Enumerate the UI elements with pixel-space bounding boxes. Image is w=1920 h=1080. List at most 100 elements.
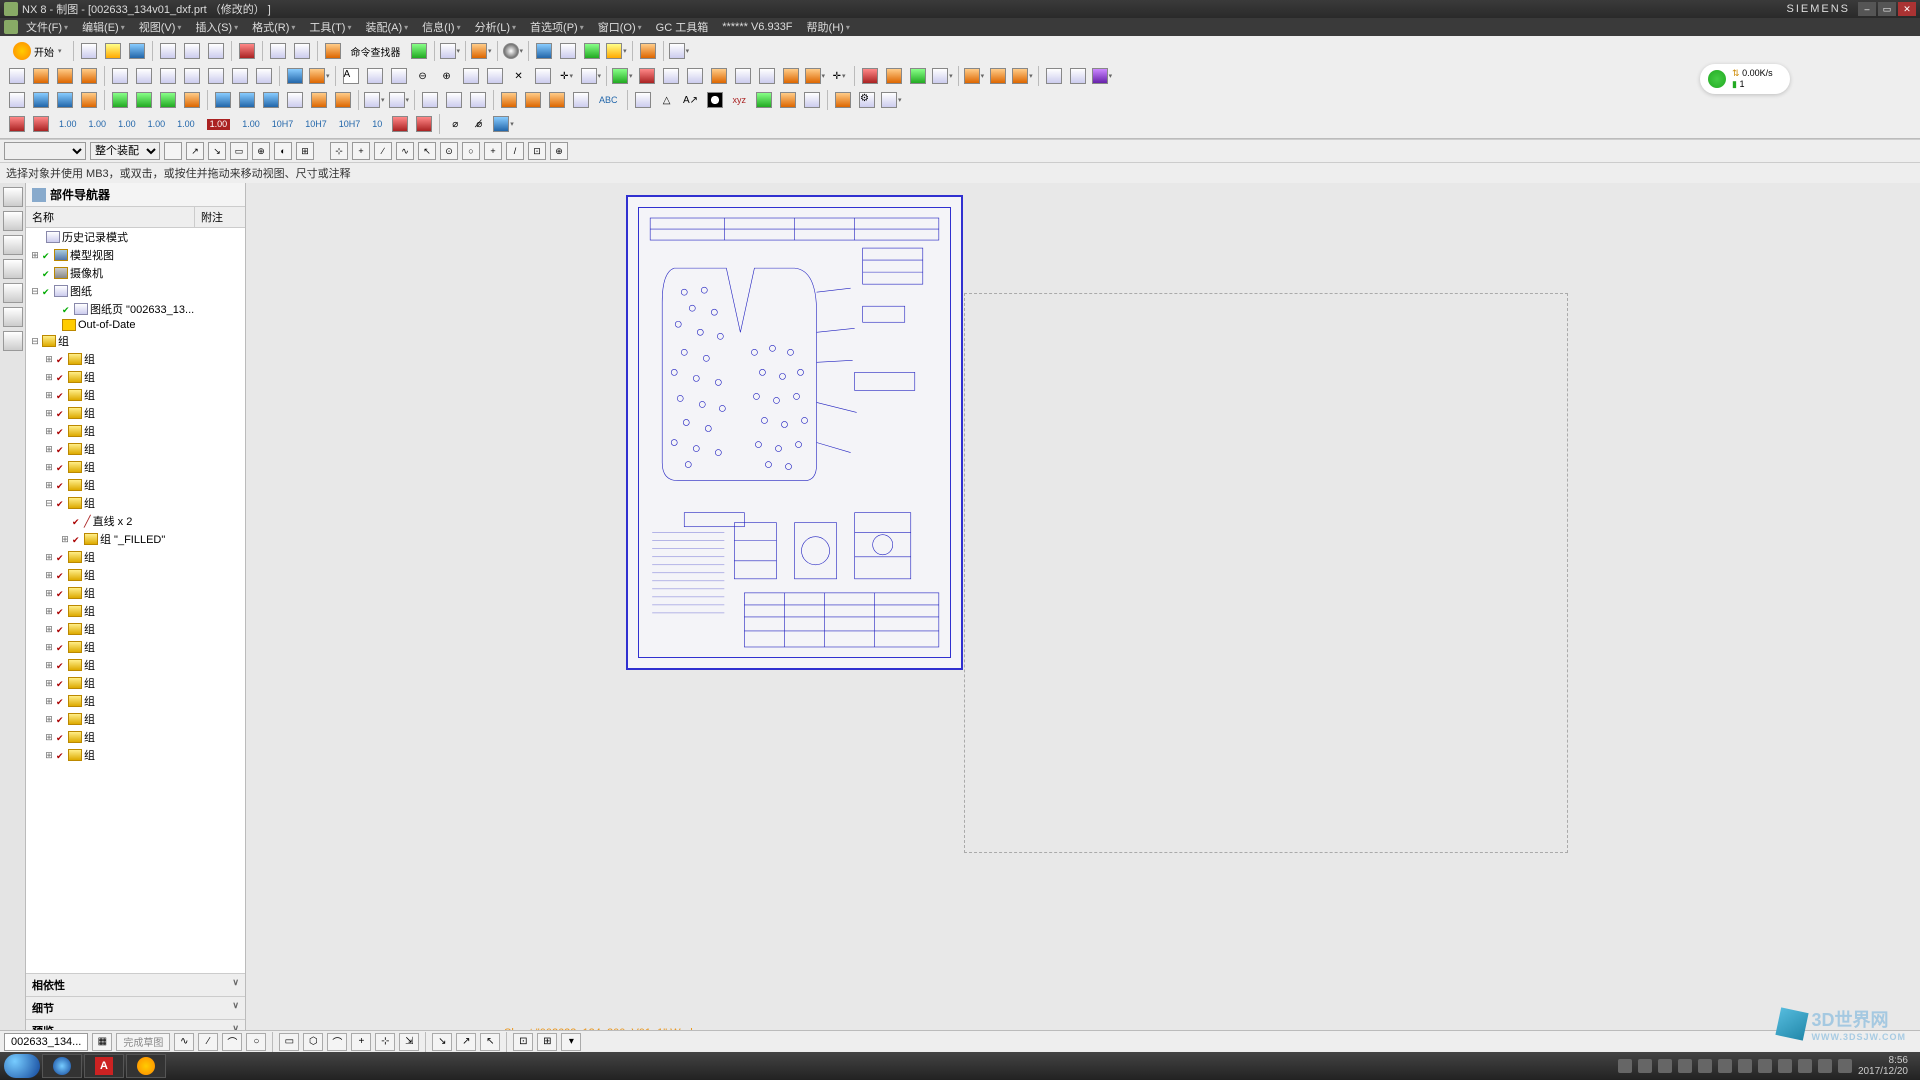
tb-b19[interactable] <box>532 65 554 87</box>
tb-b35[interactable] <box>963 65 986 87</box>
sketch-btn-2[interactable]: ∕ <box>198 1033 218 1051</box>
tb-c17[interactable] <box>419 89 441 111</box>
tb-c19[interactable] <box>467 89 489 111</box>
tb-btn-a1[interactable] <box>408 40 430 62</box>
taskbar-app-1[interactable] <box>42 1054 82 1078</box>
tb-c12[interactable] <box>284 89 306 111</box>
tree-group-item[interactable]: ⊞组 <box>26 440 245 458</box>
tb-c-abc[interactable]: ABC <box>594 89 623 111</box>
tray-icon[interactable] <box>1818 1059 1832 1073</box>
snap-btn-4[interactable]: ∿ <box>396 142 414 160</box>
tb-c24[interactable] <box>632 89 654 111</box>
tb-b9[interactable] <box>205 65 227 87</box>
tb-c4[interactable] <box>78 89 100 111</box>
tb-b18[interactable]: ✕ <box>508 65 530 87</box>
tree-group-item[interactable]: ⊞组 <box>26 710 245 728</box>
tb-b6[interactable] <box>133 65 155 87</box>
tree-group-item[interactable]: ⊞组 <box>26 692 245 710</box>
tb-d5[interactable]: ⌀ <box>444 113 466 135</box>
zoom-in-button[interactable]: ⊕ <box>436 65 458 87</box>
tree-group-item[interactable]: ⊞组 <box>26 422 245 440</box>
sketch-btn-12[interactable]: ↗ <box>456 1033 476 1051</box>
tb-b8[interactable] <box>181 65 203 87</box>
tb-b25[interactable] <box>708 65 730 87</box>
tray-icon[interactable] <box>1618 1059 1632 1073</box>
tb-btn-a3[interactable] <box>470 40 493 62</box>
tol-7[interactable]: 1.00 <box>237 113 265 135</box>
tb-b26[interactable] <box>732 65 754 87</box>
status-icon-1[interactable]: ▦ <box>92 1033 112 1051</box>
tb-b33[interactable] <box>907 65 929 87</box>
resource-tab-4[interactable] <box>3 259 23 279</box>
tree-sheet[interactable]: 图纸页 "002633_13... <box>26 300 245 318</box>
section-detail[interactable]: 细节∨ <box>26 997 245 1020</box>
tb-c13[interactable] <box>308 89 330 111</box>
tb-b38[interactable] <box>1043 65 1065 87</box>
tb-b37[interactable] <box>1011 65 1034 87</box>
sel-btn-4[interactable]: ▭ <box>230 142 248 160</box>
tol-6[interactable]: 1.00 <box>202 113 236 135</box>
tb-c29[interactable] <box>777 89 799 111</box>
zoom-out-button[interactable]: ⊖ <box>412 65 434 87</box>
tray-icon[interactable] <box>1838 1059 1852 1073</box>
sketch-btn-15[interactable]: ⊞ <box>537 1033 557 1051</box>
tb-b24[interactable] <box>684 65 706 87</box>
sketch-btn-3[interactable]: ⌒ <box>222 1033 242 1051</box>
snap-btn-5[interactable]: ↖ <box>418 142 436 160</box>
tree-outdate[interactable]: Out-of-Date <box>26 318 245 332</box>
taskbar-app-2[interactable]: A <box>84 1054 124 1078</box>
snap-btn-6[interactable]: ⊙ <box>440 142 458 160</box>
tb-b16[interactable] <box>460 65 482 87</box>
tb-b22[interactable] <box>636 65 658 87</box>
snap-btn-8[interactable]: + <box>484 142 502 160</box>
tree-group-item[interactable]: ⊞组 <box>26 458 245 476</box>
tree-group-item[interactable]: ⊞组 <box>26 350 245 368</box>
tb-c21[interactable] <box>522 89 544 111</box>
taskbar-clock[interactable]: 8:56 2017/12/20 <box>1858 1055 1908 1077</box>
resource-tab-5[interactable] <box>3 283 23 303</box>
tray-icon[interactable] <box>1798 1059 1812 1073</box>
tray-icon[interactable] <box>1778 1059 1792 1073</box>
tb-d1[interactable] <box>6 113 28 135</box>
sketch-btn-1[interactable]: ∿ <box>174 1033 194 1051</box>
command-finder-icon-button[interactable] <box>322 40 344 62</box>
tb-c-xyz[interactable]: xyz <box>728 89 752 111</box>
menu-help[interactable]: 帮助(H)▾ <box>801 19 856 35</box>
taskbar-app-3[interactable] <box>126 1054 166 1078</box>
tb-c1[interactable] <box>6 89 28 111</box>
tb-b36[interactable] <box>987 65 1009 87</box>
tree-group-item[interactable]: ⊞组 <box>26 620 245 638</box>
tb-b32[interactable] <box>883 65 905 87</box>
tb-b23[interactable] <box>660 65 682 87</box>
resource-tab-2[interactable] <box>3 211 23 231</box>
tray-icon[interactable] <box>1698 1059 1712 1073</box>
new-button[interactable] <box>78 40 100 62</box>
menu-view[interactable]: 视图(V)▾ <box>133 19 188 35</box>
tb-c14[interactable] <box>332 89 354 111</box>
tree-group-item[interactable]: ⊞组 <box>26 584 245 602</box>
col-note[interactable]: 附注 <box>195 207 245 227</box>
tb-b11[interactable] <box>253 65 275 87</box>
tray-icon[interactable] <box>1718 1059 1732 1073</box>
tb-c31[interactable] <box>832 89 854 111</box>
tree-group-item[interactable]: ⊞组 <box>26 746 245 764</box>
sel-btn-5[interactable]: ⊕ <box>252 142 270 160</box>
tol-3[interactable]: 1.00 <box>113 113 141 135</box>
tb-c10[interactable] <box>236 89 258 111</box>
tb-btn-a6[interactable] <box>581 40 603 62</box>
tb-c25[interactable]: △ <box>656 89 678 111</box>
sketch-btn-11[interactable]: ↘ <box>432 1033 452 1051</box>
tree-group-item[interactable]: ⊞组 <box>26 368 245 386</box>
tb-b7[interactable] <box>157 65 179 87</box>
tb-c5[interactable] <box>109 89 131 111</box>
tb-c28[interactable] <box>753 89 775 111</box>
tree-group-item[interactable]: ⊞组 <box>26 548 245 566</box>
menu-version[interactable]: ****** V6.933F <box>716 21 798 33</box>
resource-tab-3[interactable] <box>3 235 23 255</box>
tb-c30[interactable] <box>801 89 823 111</box>
tb-c16[interactable] <box>388 89 411 111</box>
tray-icon[interactable] <box>1638 1059 1652 1073</box>
note-button[interactable]: A <box>340 65 362 87</box>
finish-sketch-button[interactable]: 完成草图 <box>116 1033 170 1051</box>
sketch-btn-9[interactable]: ⊹ <box>375 1033 395 1051</box>
